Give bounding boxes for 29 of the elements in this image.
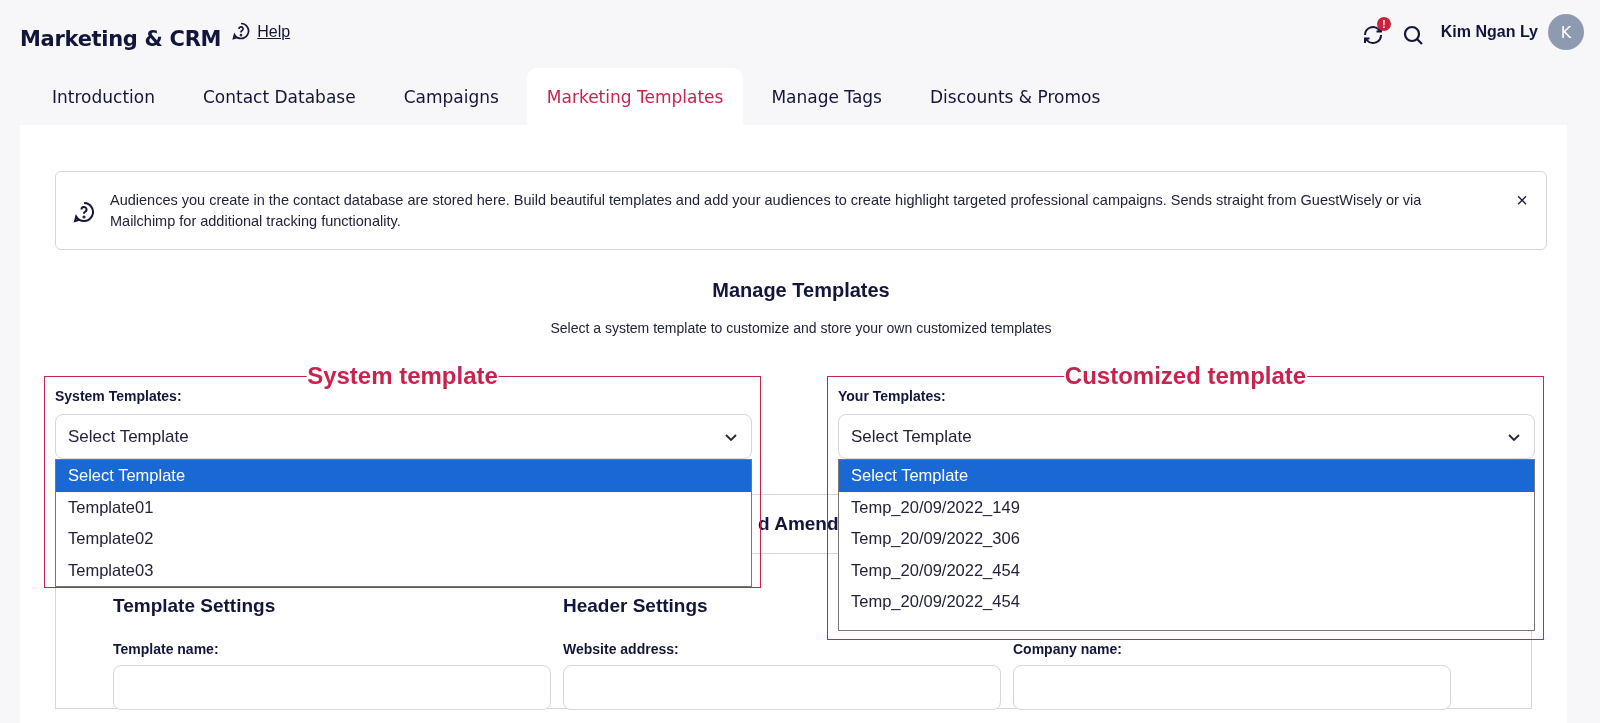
field-label: Website address: [563, 641, 679, 659]
dropdown-option[interactable]: Select Template [56, 460, 751, 492]
template-select[interactable]: Select Template [838, 414, 1535, 459]
column-title: Template Settings [113, 595, 276, 617]
user-name: Kim Ngan Ly [1440, 23, 1538, 41]
field-label: Your Templates: [838, 388, 947, 406]
section-heading: Manage Templates [711, 279, 891, 302]
nav-tab[interactable]: Manage Tags [751, 68, 902, 125]
info-text: Audiences you create in the contact database are stored here. Build beautiful templates and add your audiences to create highlight targeted professional campaigns. Sends straight from GuestWisely or via Mailchimp for additional tracking functionality. [110, 191, 1423, 231]
help-icon [231, 21, 252, 41]
nav-tab[interactable]: Discounts & Promos [909, 68, 1121, 125]
help-icon [72, 200, 96, 224]
column-title: Header Settings [563, 595, 708, 617]
nav-tab[interactable]: Contact Database [182, 68, 376, 125]
close-button[interactable]: × [1516, 190, 1528, 210]
nav-tab[interactable]: Marketing Templates [526, 68, 744, 125]
input-field[interactable] [113, 665, 551, 710]
field-label: System Templates: [55, 388, 183, 406]
field-label: Template name: [113, 641, 219, 659]
page-title: Marketing & CRM [20, 27, 222, 51]
dropdown-option[interactable]: Select Template [839, 460, 1534, 492]
input-field[interactable] [1013, 665, 1451, 710]
help-link[interactable]: Help [257, 23, 291, 41]
section-subtitle: Select a system template to customize and store your own customized templates [549, 320, 1053, 336]
nav-tab[interactable]: Introduction [32, 68, 175, 125]
nav-tab[interactable]: Campaigns [383, 68, 519, 125]
input-field[interactable] [563, 665, 1001, 710]
template-select[interactable]: Select Template [55, 414, 752, 459]
field-label: Company name: [1013, 641, 1122, 659]
